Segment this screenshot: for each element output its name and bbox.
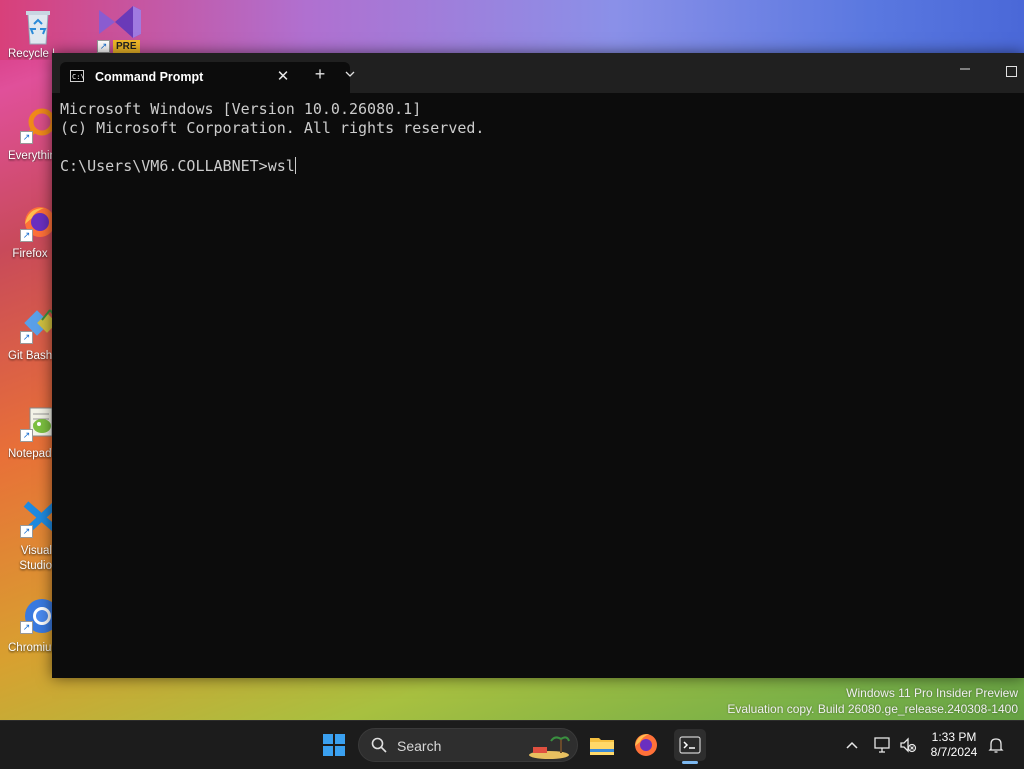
desktop-icon-label: Git Bash [8, 350, 52, 362]
volume-muted-icon [900, 737, 917, 753]
text-cursor [294, 157, 296, 174]
file-explorer-icon [590, 738, 614, 755]
evaluation-watermark: Windows 11 Pro Insider Preview Evaluatio… [727, 685, 1018, 717]
shortcut-arrow-icon: ↗ [20, 229, 33, 242]
search-placeholder: Search [397, 738, 442, 754]
firefox-icon: ↗ [20, 204, 56, 242]
tab-dropdown-button[interactable] [340, 66, 360, 82]
taskbar-firefox[interactable] [630, 729, 662, 761]
console-line: (c) Microsoft Corporation. All rights re… [60, 119, 485, 137]
desktop-icon-recycle-bin[interactable]: Recycle Bin [8, 6, 68, 60]
minimize-icon [960, 68, 970, 70]
maximize-button[interactable] [998, 61, 1024, 87]
prompt-text: C:\Users\VM6.COLLABNET>wsl [60, 157, 295, 175]
chevron-down-icon [345, 71, 355, 77]
start-button[interactable] [318, 729, 350, 761]
visual-studio-preview-icon: PRE ↗ [93, 4, 143, 53]
desktop-icon-label: Notepad++ [8, 448, 52, 460]
recycle-bin-icon [20, 6, 56, 45]
bell-icon [988, 738, 1004, 753]
notifications-button[interactable] [986, 735, 1006, 755]
search-icon [371, 737, 387, 753]
close-tab-button[interactable]: ✕ [272, 66, 294, 88]
tab-title: Command Prompt [95, 70, 204, 84]
shortcut-arrow-icon: ↗ [97, 40, 110, 53]
notepad-plus-plus-icon: ↗ [20, 404, 56, 442]
desktop-icon-label: Chromium [8, 642, 52, 654]
minimize-button[interactable] [952, 59, 978, 85]
window-titlebar[interactable]: C:\ Command Prompt ✕ + [52, 53, 1024, 93]
clock-time: 1:33 PM [931, 730, 977, 744]
start-icon [323, 734, 345, 756]
taskbar: Search 1:33 PM 8/7/2024 [0, 720, 1024, 769]
desktop-icon-label: Firefox [12, 248, 48, 260]
network-icon [874, 737, 890, 753]
everything-search-icon: ↗ [20, 106, 56, 144]
taskbar-file-explorer[interactable] [586, 729, 618, 761]
shortcut-arrow-icon: ↗ [20, 525, 33, 538]
shortcut-arrow-icon: ↗ [20, 131, 33, 144]
watermark-line-2: Evaluation copy. Build 26080.ge_release.… [727, 702, 1018, 716]
network-button[interactable] [872, 735, 892, 755]
shortcut-arrow-icon: ↗ [20, 331, 33, 344]
desktop-icon-label: Everything [8, 150, 52, 162]
terminal-window[interactable]: C:\ Command Prompt ✕ + Microsoft Windows… [52, 53, 1024, 678]
chevron-up-icon [846, 741, 858, 749]
console-prompt-line[interactable]: C:\Users\VM6.COLLABNET>wsl [60, 157, 1016, 176]
desktop-icon-label: Recycle Bin [8, 48, 54, 60]
desktop-icon-label: Visual Studio Code [19, 545, 52, 572]
new-tab-button[interactable]: + [310, 65, 330, 83]
watermark-line-1: Windows 11 Pro Insider Preview [846, 686, 1018, 700]
console-line: Microsoft Windows [Version 10.0.26080.1] [60, 100, 422, 118]
command-prompt-icon: C:\ [70, 70, 85, 82]
taskbar-search-box[interactable]: Search [358, 728, 578, 762]
active-app-indicator [682, 761, 698, 764]
console-output[interactable]: Microsoft Windows [Version 10.0.26080.1]… [52, 93, 1024, 678]
chromium-icon: ↗ [20, 596, 59, 634]
pre-badge: PRE [113, 40, 140, 53]
clock-date: 8/7/2024 [930, 745, 978, 759]
volume-button[interactable] [898, 735, 918, 755]
search-highlight-icon [529, 736, 570, 759]
taskbar-clock[interactable]: 1:33 PM 8/7/2024 [920, 730, 988, 760]
git-bash-icon: ↗ [20, 306, 59, 344]
tray-overflow-button[interactable] [842, 735, 862, 755]
desktop-icon-visual-studio-preview[interactable]: PRE ↗ [88, 4, 148, 53]
vscode-icon: ↗ [20, 500, 59, 538]
firefox-icon [635, 734, 657, 756]
tab-command-prompt[interactable]: C:\ Command Prompt ✕ [60, 62, 350, 93]
maximize-icon [1005, 66, 1017, 77]
taskbar-terminal[interactable] [674, 729, 706, 761]
terminal-icon [679, 736, 701, 754]
shortcut-arrow-icon: ↗ [20, 621, 33, 634]
shortcut-arrow-icon: ↗ [20, 429, 33, 442]
wallpaper-top [0, 0, 1024, 60]
